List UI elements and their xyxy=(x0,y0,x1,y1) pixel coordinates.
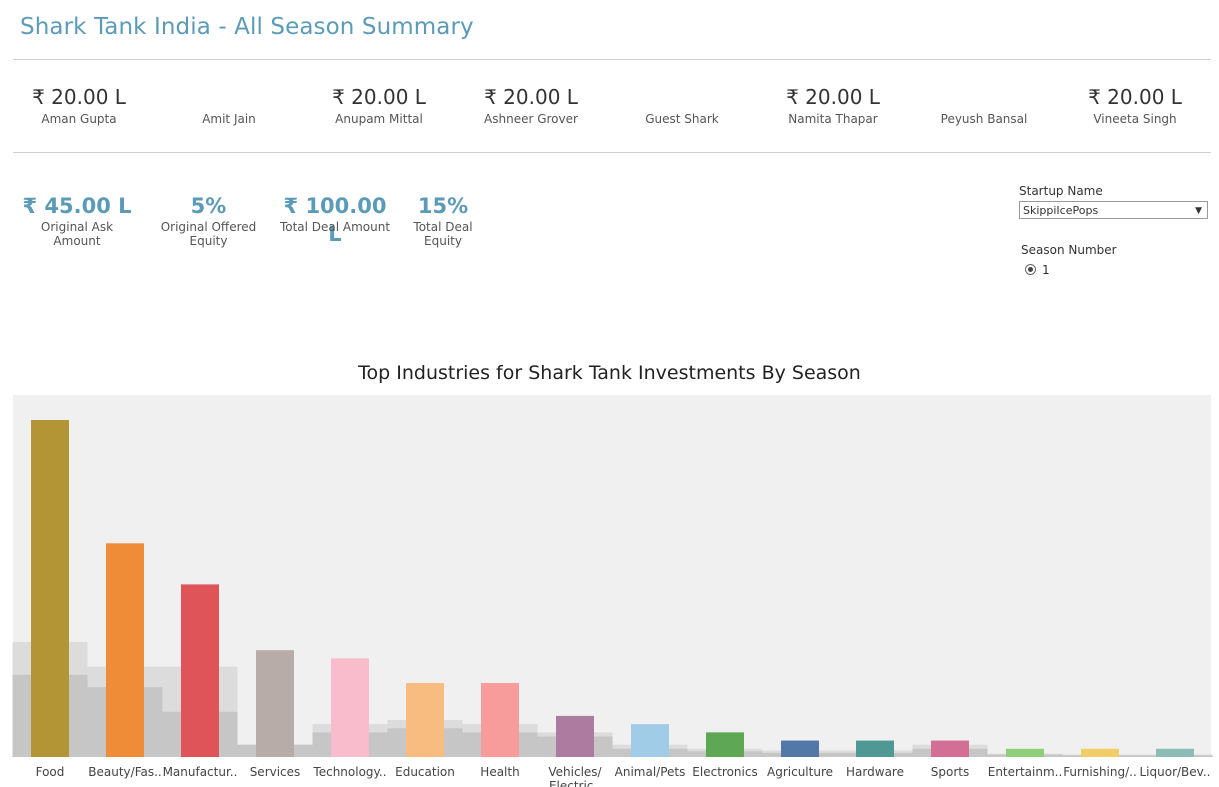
x-tick-label: Technology.. xyxy=(312,765,386,779)
kpi-label: Original Ask Amount xyxy=(40,220,114,248)
bar-entertainm[interactable] xyxy=(1006,748,1044,757)
shark-name: Namita Thapar xyxy=(788,112,878,126)
shark-amount: ₹ 20.00 L xyxy=(1088,85,1182,109)
shark-amount: ₹ 20.00 L xyxy=(786,85,880,109)
shark-card: ₹ 20.00 L Ashneer Grover xyxy=(456,84,606,126)
shark-card: Amit Jain xyxy=(154,84,304,126)
kpi-total-deal-amount: ₹ 100.00 L Total Deal Amount xyxy=(279,192,391,246)
shark-name: Aman Gupta xyxy=(41,112,117,126)
bar-furnishing[interactable] xyxy=(1081,748,1119,757)
shark-card: ₹ 20.00 L Vineeta Singh xyxy=(1060,84,1210,126)
bar-hardware[interactable] xyxy=(856,740,894,757)
bar-technology[interactable] xyxy=(331,658,369,757)
bar-liquor-bev[interactable] xyxy=(1156,748,1194,757)
shark-name: Peyush Bansal xyxy=(940,112,1028,126)
bar-health[interactable] xyxy=(481,683,519,757)
x-tick-label: Vehicles/Electric.. xyxy=(548,765,602,787)
season-radio-label[interactable]: 1 xyxy=(1042,263,1050,277)
divider xyxy=(13,152,1211,153)
radio-selected-dot xyxy=(1028,267,1033,272)
kpi-label: Total Deal Equity xyxy=(413,220,473,248)
startup-name-dropdown[interactable]: SkippiIcePops ▼ xyxy=(1019,201,1208,219)
shark-name: Vineeta Singh xyxy=(1093,112,1177,126)
x-tick-label: Entertainm.. xyxy=(988,765,1063,779)
x-tick-label: Agriculture xyxy=(767,765,833,779)
shark-amount xyxy=(607,84,757,110)
x-tick-label: Electronics xyxy=(692,765,757,779)
bar-food[interactable] xyxy=(31,420,69,757)
kpi-total-deal-equity: 15% Total Deal Equity xyxy=(393,192,493,248)
x-tick-label: Services xyxy=(250,765,301,779)
bar-vehicles-electric[interactable] xyxy=(556,715,594,757)
shark-card: ₹ 20.00 L Anupam Mittal xyxy=(304,84,454,126)
x-tick-label: Furnishing/.. xyxy=(1063,765,1137,779)
page-title: Shark Tank India - All Season Summary xyxy=(20,14,474,40)
kpi-label: Original Offered Equity xyxy=(160,220,257,248)
season-filter-label: Season Number xyxy=(1021,243,1117,257)
bar-electronics[interactable] xyxy=(706,732,744,757)
bar-services[interactable] xyxy=(256,650,294,757)
bar-beauty-fas[interactable] xyxy=(106,543,144,757)
kpi-value: ₹ 100.00 L xyxy=(283,194,387,246)
bar-agriculture[interactable] xyxy=(781,740,819,757)
kpi-original-ask: ₹ 45.00 L Original Ask Amount xyxy=(16,192,138,248)
shark-card: ₹ 20.00 L Aman Gupta xyxy=(4,84,154,126)
x-tick-label: Hardware xyxy=(846,765,904,779)
bar-manufactur[interactable] xyxy=(181,584,219,757)
bar-sports[interactable] xyxy=(931,740,969,757)
startup-name-value: SkippiIcePops xyxy=(1023,204,1099,217)
x-tick-label: Manufactur.. xyxy=(163,765,238,779)
season-radio-button[interactable] xyxy=(1025,264,1036,275)
industries-bar-chart: Food Beauty/Fas.. Manufactur.. Services Tech… xyxy=(12,395,1213,787)
kpi-value: 5% xyxy=(190,194,227,218)
shark-card: ₹ 20.00 L Namita Thapar xyxy=(758,84,908,126)
bar-education[interactable] xyxy=(406,683,444,757)
shark-amount: ₹ 20.00 L xyxy=(32,85,126,109)
x-tick-label: Beauty/Fas.. xyxy=(88,765,161,779)
shark-amount xyxy=(154,84,304,110)
kpi-value: ₹ 45.00 L xyxy=(22,194,132,218)
shark-card: Guest Shark xyxy=(607,84,757,126)
kpi-value: 15% xyxy=(417,194,469,218)
startup-filter-label: Startup Name xyxy=(1019,184,1103,198)
shark-name: Ashneer Grover xyxy=(484,112,578,126)
shark-amount: ₹ 20.00 L xyxy=(332,85,426,109)
chevron-down-icon: ▼ xyxy=(1195,206,1202,216)
shark-amount: ₹ 20.00 L xyxy=(484,85,578,109)
shark-name: Guest Shark xyxy=(645,112,719,126)
divider xyxy=(13,59,1211,60)
x-tick-label: Food xyxy=(36,765,65,779)
x-tick-label: Education xyxy=(395,765,455,779)
shark-name: Amit Jain xyxy=(202,112,256,126)
x-tick-label: Liquor/Bev.. xyxy=(1140,765,1211,779)
shark-amount xyxy=(909,84,1059,110)
shark-card: Peyush Bansal xyxy=(909,84,1059,126)
shark-name: Anupam Mittal xyxy=(335,112,423,126)
x-tick-label: Animal/Pets xyxy=(615,765,686,779)
bar-animal-pets[interactable] xyxy=(631,724,669,757)
x-tick-label: Health xyxy=(480,765,519,779)
shark-summary-row: ₹ 20.00 L Aman Gupta Amit Jain ₹ 20.00 L… xyxy=(0,84,1219,134)
chart-title: Top Industries for Shark Tank Investment… xyxy=(358,362,861,384)
kpi-label: Total Deal Amount xyxy=(279,220,391,234)
kpi-original-equity: 5% Original Offered Equity xyxy=(141,192,276,248)
x-tick-label: Sports xyxy=(931,765,969,779)
